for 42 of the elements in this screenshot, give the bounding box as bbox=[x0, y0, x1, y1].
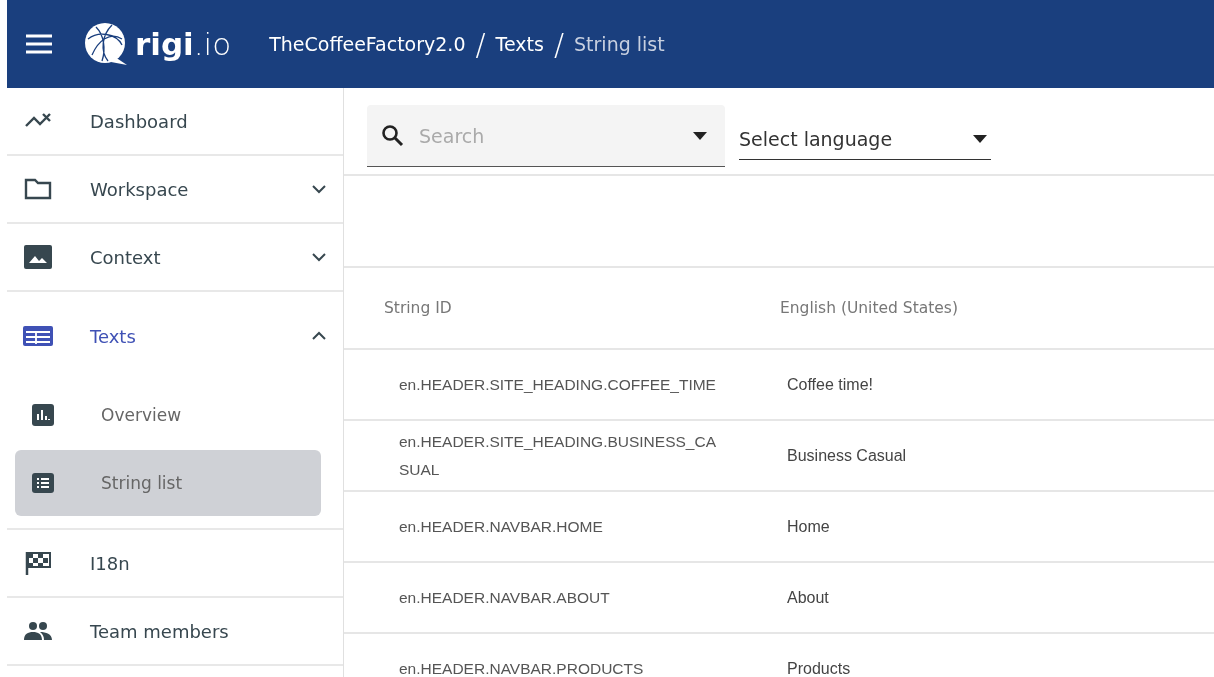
language-dropdown[interactable]: Select language bbox=[739, 118, 991, 160]
chevron-down-icon[interactable] bbox=[311, 252, 327, 262]
table-cell-text: en.HEADER.NAVBAR.ABOUT bbox=[398, 587, 611, 608]
table-cell-text: Home bbox=[786, 517, 831, 536]
chevron-up-icon[interactable] bbox=[311, 331, 327, 341]
table-cell-text: en.HEADER.NAVBAR.HOME bbox=[398, 516, 604, 537]
table-cell-text: Products bbox=[786, 659, 852, 677]
sidebar-item[interactable]: Texts bbox=[7, 292, 343, 380]
sidebar-item[interactable]: Dashboard bbox=[7, 88, 343, 156]
sidebar-item[interactable]: Team members bbox=[7, 598, 343, 666]
logo-text: rigi.io bbox=[135, 26, 232, 62]
checkered-flag-icon bbox=[24, 550, 52, 576]
breadcrumb-separator: / bbox=[475, 26, 486, 62]
table-icon bbox=[22, 325, 54, 347]
sidebar-item[interactable]: I18n bbox=[7, 530, 343, 598]
image-icon bbox=[24, 245, 52, 269]
breadcrumb-link[interactable]: TheCoffeeFactory2.0 bbox=[269, 33, 466, 55]
bar-chart-icon bbox=[32, 404, 54, 426]
table-cell-text: en.HEADER.NAVBAR.PRODUCTS bbox=[398, 658, 645, 677]
sidebar-item[interactable]: Context bbox=[7, 224, 343, 292]
folder-icon bbox=[24, 178, 52, 200]
sidebar-item[interactable]: Workspace bbox=[7, 156, 343, 224]
list-icon bbox=[32, 473, 54, 493]
column-header: English (United States) bbox=[779, 299, 959, 317]
table-cell-text: Coffee time! bbox=[786, 375, 874, 394]
search-icon bbox=[381, 123, 405, 148]
table-cell-text: About bbox=[786, 588, 830, 607]
table-cell-text: en.HEADER.SITE_HEADING.BUSINESS_CASUAL bbox=[398, 431, 717, 480]
chevron-down-icon[interactable] bbox=[311, 184, 327, 194]
sidebar-subitem[interactable]: String list bbox=[15, 450, 321, 516]
search-input[interactable]: Search bbox=[417, 123, 681, 148]
table-cell-text: en.HEADER.SITE_HEADING.COFFEE_TIME bbox=[398, 374, 717, 395]
table-cell-text: Business Casual bbox=[786, 446, 908, 465]
people-icon bbox=[23, 621, 53, 641]
caret-icon bbox=[973, 134, 987, 143]
sidebar-subitem[interactable]: Overview bbox=[15, 382, 321, 448]
menu-icon[interactable] bbox=[26, 34, 52, 54]
caret-icon bbox=[693, 131, 707, 140]
column-header: String ID bbox=[383, 299, 453, 317]
breadcrumb-link[interactable]: Texts bbox=[495, 33, 544, 55]
breadcrumb-separator: / bbox=[553, 26, 565, 62]
search-field[interactable]: Search bbox=[367, 105, 725, 167]
